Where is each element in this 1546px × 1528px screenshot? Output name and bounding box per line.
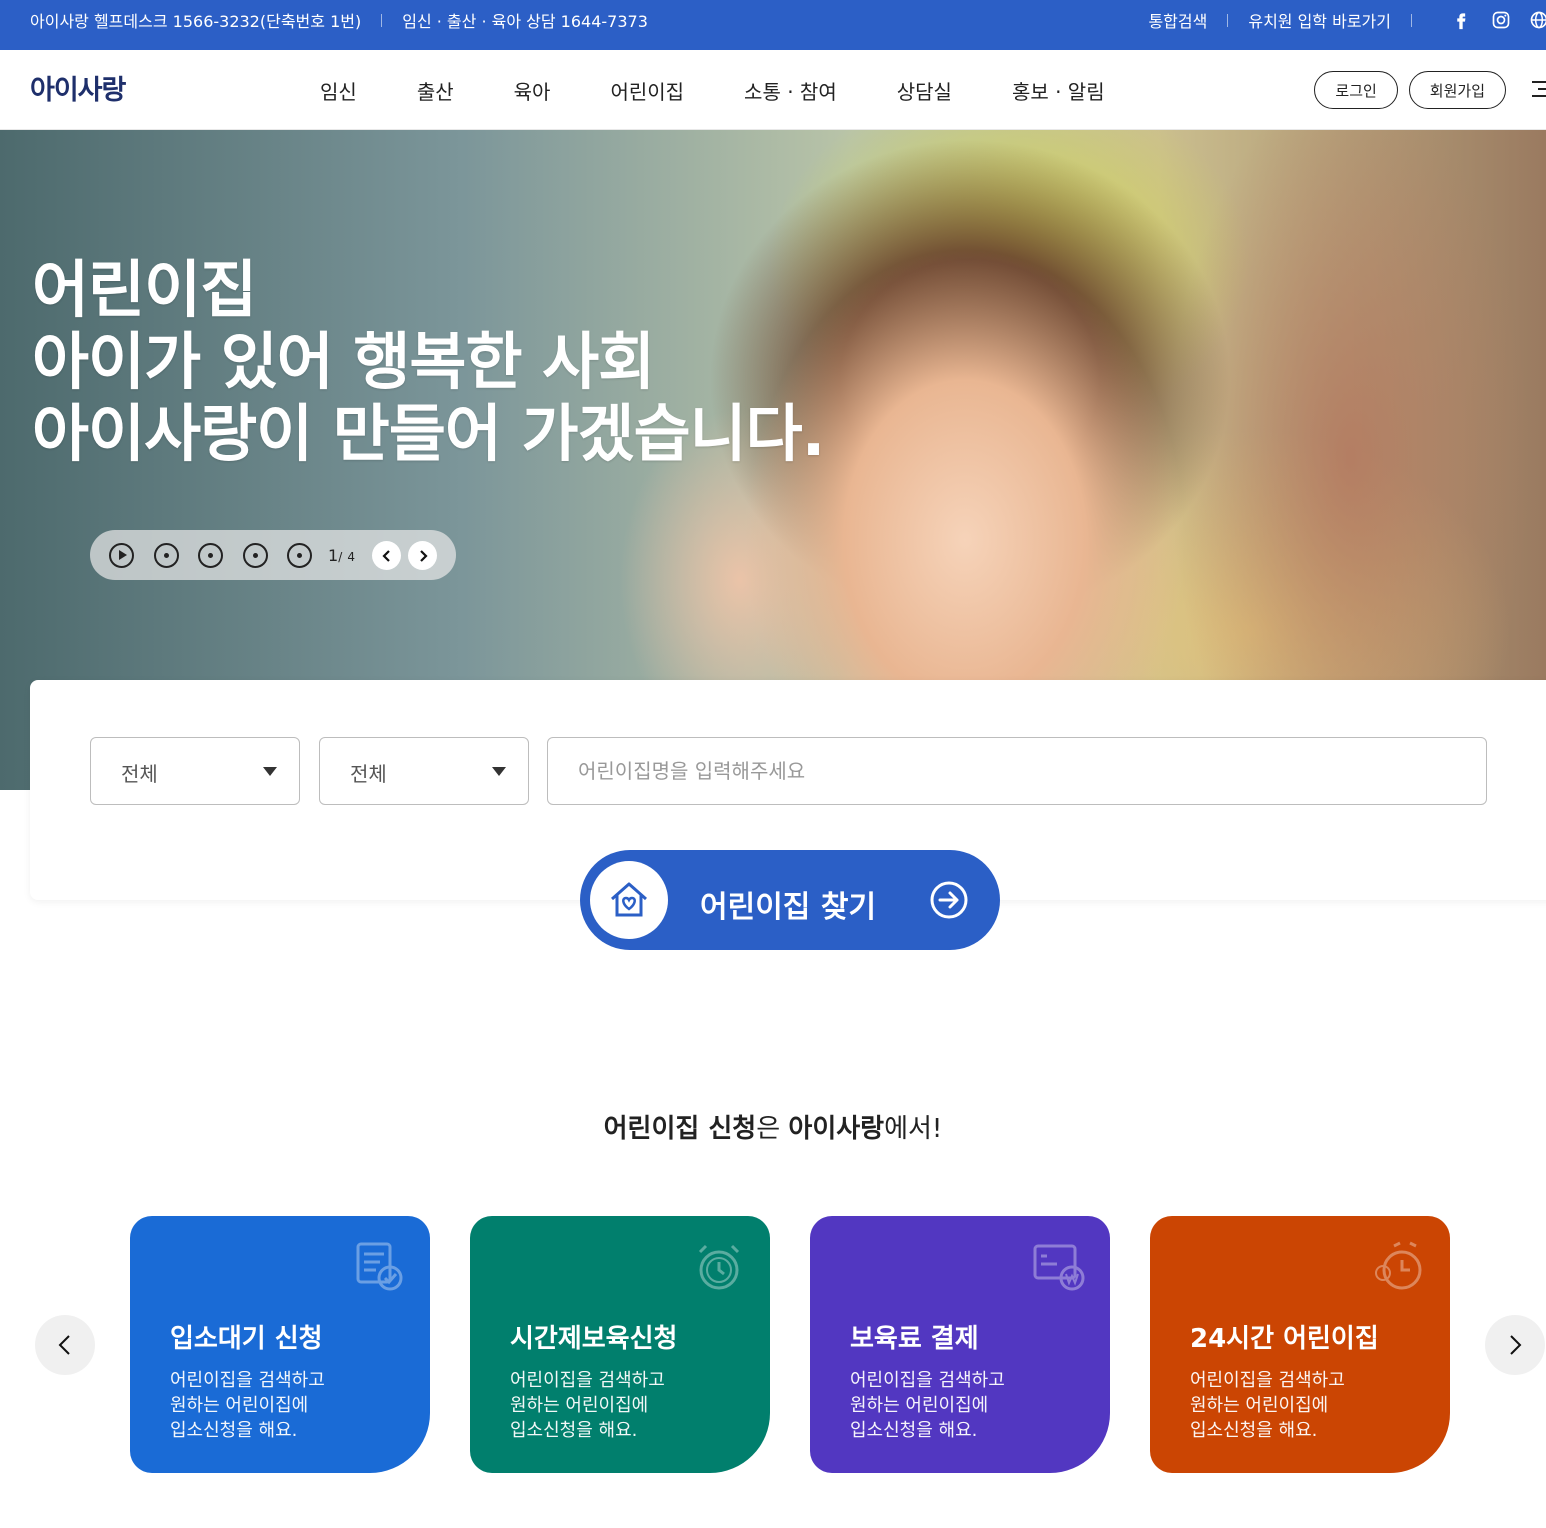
card-title: 시간제보육신청: [510, 1324, 678, 1354]
hero-line-2: 아이가 있어 행복한 사회: [32, 325, 655, 398]
card-desc-line: 어린이집을 검색하고: [850, 1370, 1005, 1391]
caret-down-icon: [492, 767, 506, 776]
card-title: 보육료 결제: [850, 1324, 979, 1354]
caret-down-icon: [263, 767, 277, 776]
section-title-text-1: 은: [756, 1114, 789, 1144]
facebook-icon[interactable]: [1450, 9, 1472, 31]
card-desc-line: 원하는 어린이집에: [510, 1395, 649, 1416]
utility-links: 통합검색 유치원 입학 바로가기: [1148, 0, 1546, 40]
slide-dot-3[interactable]: [243, 543, 268, 568]
slide-dot-2[interactable]: [198, 543, 223, 568]
slide-counter: 1/ 4: [328, 546, 355, 565]
region-select-value: 전체: [121, 762, 158, 786]
card-waitlist-application[interactable]: 입소대기 신청 어린이집을 검색하고 원하는 어린이집에 입소신청을 해요.: [130, 1216, 430, 1473]
region-select[interactable]: 전체: [90, 737, 300, 805]
consult-text: 임신 · 출산 · 육아 상담 1644-7373: [402, 12, 648, 31]
hero-line-1: 어린이집: [32, 253, 257, 326]
slide-next-icon[interactable]: [408, 541, 437, 570]
card-desc-line: 원하는 어린이집에: [1190, 1395, 1329, 1416]
alarm-clock-icon: [698, 1244, 740, 1290]
main-navigation: 임신 출산 육아 어린이집 소통 · 참여 상담실 홍보 · 알림: [290, 50, 1135, 130]
divider: [1411, 13, 1412, 27]
carousel-prev-icon[interactable]: [35, 1315, 95, 1375]
card-description: 어린이집을 검색하고 원하는 어린이집에 입소신청을 해요.: [510, 1368, 665, 1443]
card-desc-line: 어린이집을 검색하고: [1190, 1370, 1345, 1391]
auth-buttons: 로그인 회원가입: [1314, 71, 1506, 109]
login-button[interactable]: 로그인: [1314, 71, 1398, 109]
slide-prev-icon[interactable]: [372, 541, 401, 570]
site-logo[interactable]: 아이사랑: [30, 68, 126, 107]
play-icon[interactable]: [109, 543, 134, 568]
signup-button[interactable]: 회원가입: [1408, 71, 1506, 109]
card-description: 어린이집을 검색하고 원하는 어린이집에 입소신청을 해요.: [850, 1368, 1005, 1443]
carousel-next-icon[interactable]: [1485, 1315, 1545, 1375]
nav-item-parenting[interactable]: 육아: [514, 76, 551, 105]
nav-item-counsel[interactable]: 상담실: [897, 76, 952, 105]
helpdesk-text: 아이사랑 헬프데스크 1566-3232(단축번호 1번): [30, 12, 362, 31]
slider-controls: 1/ 4: [90, 530, 456, 580]
slide-total: 4: [347, 550, 355, 564]
district-select[interactable]: 전체: [319, 737, 529, 805]
card-desc-line: 입소신청을 해요.: [170, 1420, 298, 1441]
card-description: 어린이집을 검색하고 원하는 어린이집에 입소신청을 해요.: [1190, 1368, 1345, 1443]
card-desc-line: 어린이집을 검색하고: [510, 1370, 665, 1391]
top-utility-bar: 아이사랑 헬프데스크 1566-3232(단축번호 1번) 임신 · 출산 · …: [0, 0, 1546, 50]
instagram-icon[interactable]: [1490, 9, 1512, 31]
daycare-name-input[interactable]: [547, 737, 1487, 805]
find-daycare-label: 어린이집 찾기: [700, 890, 877, 925]
nav-item-community[interactable]: 소통 · 참여: [744, 76, 837, 105]
section-title-text-2: 에서!: [884, 1114, 943, 1144]
card-desc-line: 입소신청을 해요.: [1190, 1420, 1318, 1441]
section-title-bold-1: 어린이집 신청: [603, 1114, 757, 1144]
nav-item-pregnancy[interactable]: 임신: [320, 76, 357, 105]
card-desc-line: 원하는 어린이집에: [850, 1395, 989, 1416]
divider: [381, 13, 383, 27]
hero-headline: 어린이집 아이가 있어 행복한 사회 아이사랑이 만들어 가겠습니다.: [32, 253, 825, 470]
card-title: 입소대기 신청: [170, 1324, 323, 1354]
arrow-right-circle-icon: [930, 881, 968, 919]
divider: [1227, 13, 1229, 27]
card-childcare-fee-payment[interactable]: 보육료 결제 어린이집을 검색하고 원하는 어린이집에 입소신청을 해요.: [810, 1216, 1110, 1473]
card-hourly-care-application[interactable]: 시간제보육신청 어린이집을 검색하고 원하는 어린이집에 입소신청을 해요.: [470, 1216, 770, 1473]
integrated-search-link[interactable]: 통합검색: [1148, 8, 1207, 32]
district-select-value: 전체: [350, 762, 387, 786]
card-desc-line: 어린이집을 검색하고: [170, 1370, 325, 1391]
card-desc-line: 입소신청을 해요.: [850, 1420, 978, 1441]
slide-dot-1[interactable]: [154, 543, 179, 568]
find-daycare-button[interactable]: 어린이집 찾기: [580, 850, 1000, 950]
24-hour-clock-icon: [1375, 1241, 1422, 1290]
hero-line-3: 아이사랑이 만들어 가겠습니다.: [32, 397, 825, 470]
card-description: 어린이집을 검색하고 원하는 어린이집에 입소신청을 해요.: [170, 1368, 325, 1443]
nav-item-daycare[interactable]: 어린이집: [610, 76, 684, 105]
slide-dot-4[interactable]: [287, 543, 312, 568]
globe-icon[interactable]: [1528, 9, 1546, 31]
card-desc-line: 원하는 어린이집에: [170, 1395, 309, 1416]
nav-item-birth[interactable]: 출산: [417, 76, 454, 105]
section-title-bold-2: 아이사랑: [788, 1114, 885, 1144]
slide-current: 1: [328, 546, 339, 565]
helpline-group: 아이사랑 헬프데스크 1566-3232(단축번호 1번) 임신 · 출산 · …: [30, 0, 648, 40]
kindergarten-link[interactable]: 유치원 입학 바로가기: [1248, 8, 1391, 32]
slide-separator: /: [338, 550, 343, 564]
hamburger-menu-icon[interactable]: [1532, 81, 1546, 97]
card-desc-line: 입소신청을 해요.: [510, 1420, 638, 1441]
section-title: 어린이집 신청은 아이사랑에서!: [0, 1108, 1546, 1145]
main-header: 아이사랑 임신 출산 육아 어린이집 소통 · 참여 상담실 홍보 · 알림 로…: [0, 50, 1546, 130]
nav-item-news[interactable]: 홍보 · 알림: [1012, 76, 1105, 105]
payment-card-icon: [1033, 1244, 1085, 1291]
application-check-icon: [356, 1242, 403, 1291]
house-heart-icon: [590, 861, 668, 939]
card-title: 24시간 어린이집: [1190, 1324, 1379, 1354]
card-24-hour-daycare[interactable]: 24시간 어린이집 어린이집을 검색하고 원하는 어린이집에 입소신청을 해요.: [1150, 1216, 1450, 1473]
